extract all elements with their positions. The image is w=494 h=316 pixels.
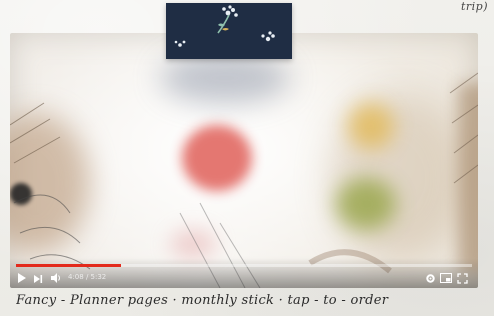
corner-note: trip)	[460, 0, 488, 13]
handwritten-caption: Fancy - Planner pages · monthly stick · …	[16, 293, 389, 308]
floral-photo-card	[166, 3, 292, 59]
next-icon[interactable]	[33, 273, 43, 285]
gear-icon[interactable]	[425, 272, 436, 284]
time-label: 4:08 / 5:32	[68, 273, 107, 281]
sketch-lines	[10, 72, 478, 288]
volume-icon[interactable]	[50, 272, 62, 284]
fullscreen-icon[interactable]	[457, 272, 468, 284]
progress-fill	[16, 264, 121, 267]
miniplayer-icon[interactable]	[440, 272, 452, 284]
player-controls: 4:08 / 5:32	[10, 258, 478, 288]
video-player[interactable]: 4:08 / 5:32	[10, 33, 478, 288]
progress-bar[interactable]	[16, 264, 472, 267]
play-icon[interactable]	[18, 273, 26, 283]
